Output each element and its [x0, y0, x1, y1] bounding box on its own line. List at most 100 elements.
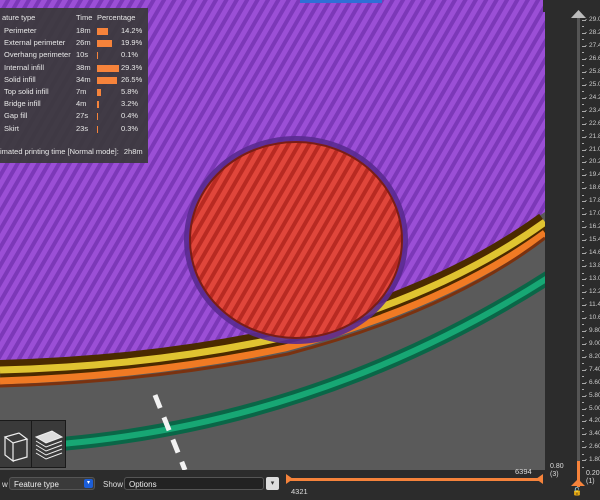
view-layers-button[interactable]: [31, 420, 66, 468]
estimated-time-value: 2h8m: [123, 147, 143, 156]
legend-header-time: Time: [76, 13, 93, 22]
layer-tick-label: - 11.40: [585, 300, 600, 308]
layer-tick-minor: [582, 104, 584, 106]
legend-feature-time: 26m: [76, 38, 91, 48]
legend-feature-name: Top solid infill: [4, 87, 49, 96]
layer-tick-label: - 18.60: [585, 184, 600, 192]
legend-feature-bar: [97, 113, 98, 121]
layers-icon: [34, 430, 64, 460]
estimated-time-label: imated printing time [Normal mode]:: [0, 147, 119, 156]
layer-tick-label: - 23.40: [585, 106, 600, 114]
legend-feature-name: Overhang perimeter: [4, 50, 71, 60]
legend-feature-name: Skirt: [4, 123, 19, 133]
legend-feature-name: Solid infill: [4, 74, 36, 84]
legend-feature-bar: [97, 101, 99, 109]
legend-row: Solid infill 34m 26.5%: [0, 75, 148, 86]
legend-feature-name: Bridge infill: [4, 99, 41, 109]
legend-feature-time: 4m: [76, 99, 87, 109]
legend-feature-percentage: 0.1%: [121, 50, 139, 60]
layer-tick-minor: [582, 402, 584, 404]
layer-tick-label: - 25.00: [585, 80, 600, 88]
layer-tick-label: - 8.20: [585, 352, 600, 360]
layer-tick-minor: [582, 337, 584, 339]
layer-tick-label: - 19.40: [585, 171, 600, 179]
layer-tick-minor: [582, 427, 584, 429]
layer-tick-minor: [582, 311, 584, 313]
layer-tick-label: - 6.60: [585, 378, 600, 386]
layer-slider-panel: - 29.00 - 28.20 - 27.40 - 26.60 - 25.80 - 25.…: [545, 0, 600, 500]
layer-tick-label: - 20.20: [585, 158, 600, 166]
legend-feature-bar: [97, 52, 98, 60]
slider-thumb-left[interactable]: [286, 474, 293, 484]
lock-icon[interactable]: 🔓: [572, 487, 582, 497]
layer-tick-label: - 21.80: [585, 132, 600, 140]
show-options-select[interactable]: Options: [124, 477, 264, 490]
legend-feature-percentage: 26.5%: [121, 74, 143, 84]
layer-tick-minor: [582, 414, 584, 416]
legend-feature-percentage: 14.2%: [121, 26, 143, 35]
layer-tick-minor: [582, 350, 584, 352]
layer-tick-minor: [582, 143, 584, 145]
layer-tick-minor: [582, 168, 584, 170]
horizontal-slider-max: 6394: [515, 467, 532, 476]
view-3d-button[interactable]: [0, 420, 33, 468]
slider-thumb-right[interactable]: [536, 474, 543, 484]
legend-row: Bridge infill 4m 3.2%: [0, 99, 148, 110]
layer-slider-bottom-thumb[interactable]: [571, 479, 585, 486]
options-dropdown-button[interactable]: ▾: [266, 477, 279, 490]
layer-tick-minor: [582, 440, 584, 442]
layer-tick-minor: [582, 233, 584, 235]
layer-slider-bottom: 0.80 (3) 0.20 (1) 🔓: [545, 461, 600, 500]
layer-tick-minor: [582, 376, 584, 378]
legend-feature-time: 18m: [76, 26, 91, 35]
layer-tick-minor: [582, 259, 584, 261]
layer-tick-label: - 17.80: [585, 197, 600, 205]
layer-tick-minor: [582, 26, 584, 28]
layer-tick-minor: [582, 181, 584, 183]
horizontal-move-slider[interactable]: [286, 474, 543, 484]
layer-tick-label: - 28.20: [585, 28, 600, 36]
legend-header: ature type Time Percentage: [0, 13, 148, 23]
legend-panel: ature type Time Percentage Perimeter 18m 1…: [0, 8, 148, 163]
legend-feature-time: 27s: [76, 111, 89, 121]
legend-feature-time: 38m: [76, 62, 91, 72]
legend-feature-percentage: 29.3%: [121, 62, 143, 72]
layer-ticks: - 29.00 - 28.20 - 27.40 - 26.60 - 25.80 - 25.…: [582, 0, 600, 500]
layer-tick-minor: [582, 130, 584, 132]
layer-tick-minor: [582, 207, 584, 209]
legend-feature-percentage: 0.4%: [121, 111, 139, 121]
legend-header-percentage: Percentage: [97, 13, 136, 22]
layer-tick-label: - 21.00: [585, 145, 600, 153]
layer-tick-label: - 14.60: [585, 249, 600, 257]
horizontal-slider-min: 4321: [291, 487, 308, 496]
layer-tick-label: - 16.20: [585, 223, 600, 231]
legend-feature-percentage: 0.3%: [121, 123, 139, 133]
layer-tick-minor: [582, 39, 584, 41]
show-options-value: Options: [129, 480, 157, 489]
legend-feature-name: Perimeter: [4, 26, 37, 35]
legend-feature-name: External perimeter: [4, 38, 66, 48]
layer-tick-minor: [582, 324, 584, 326]
layer-tick-label: - 24.20: [585, 93, 600, 101]
layer-tick-label: - 10.60: [585, 313, 600, 321]
layer-tick-label: - 4.20: [585, 417, 600, 425]
layer-tick-label: - 25.80: [585, 67, 600, 75]
layer-tick-label: - 22.60: [585, 119, 600, 127]
legend-feature-bar: [97, 28, 108, 35]
first-layer-number: (1): [586, 478, 595, 485]
layer-slider-track[interactable]: [577, 14, 580, 470]
cube-icon: [3, 432, 29, 463]
layer-tick-label: - 12.20: [585, 287, 600, 295]
lower-layer-number: (3): [550, 471, 559, 478]
chevron-down-icon: ▾: [270, 480, 275, 487]
legend-row: Perimeter 18m 14.2%: [0, 26, 148, 37]
layer-tick-minor: [582, 117, 584, 119]
layer-tick-label: - 13.00: [585, 275, 600, 282]
legend-feature-bar: [97, 89, 101, 96]
legend-row: Overhang perimeter 10s 0.1%: [0, 50, 148, 61]
layer-tick-label: - 13.80: [585, 262, 600, 270]
legend-feature-bar: [97, 76, 117, 84]
view-type-select[interactable]: Feature type ▾: [9, 477, 95, 490]
legend-feature-time: 23s: [76, 123, 89, 133]
layer-tick-label: - 5.80: [585, 391, 600, 399]
